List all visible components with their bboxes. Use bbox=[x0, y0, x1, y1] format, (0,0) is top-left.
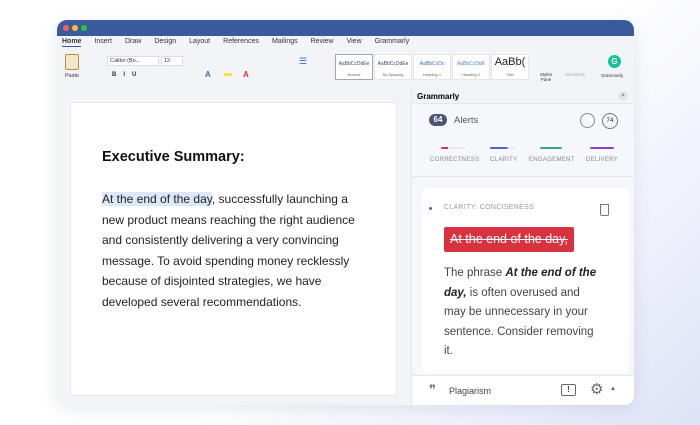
font-color-icon[interactable]: A bbox=[243, 70, 249, 79]
tab-home[interactable]: Home bbox=[62, 38, 82, 47]
styles-pane-button[interactable]: Styles Pane bbox=[536, 72, 556, 82]
feedback-icon[interactable]: ! bbox=[561, 384, 576, 396]
delivery-bar bbox=[590, 147, 614, 149]
alerts-count-badge: 64 bbox=[429, 114, 447, 126]
font-size-select[interactable]: 12 bbox=[161, 56, 183, 66]
document-area: Executive Summary: At the end of the day… bbox=[57, 88, 411, 405]
tab-draw[interactable]: Draw bbox=[125, 38, 141, 47]
ribbon-toolbar: Paste Calibri (Bo... 12 BIU A A ☰ AaBbCc… bbox=[57, 50, 634, 86]
panel-header: Grammarly × bbox=[412, 88, 634, 104]
close-window-button[interactable] bbox=[63, 25, 69, 31]
style-heading-2[interactable]: AaBbCcDdE Heading 2 bbox=[452, 54, 490, 80]
tab-review[interactable]: Review bbox=[311, 38, 334, 47]
document-paragraph[interactable]: At the end of the day, successfully laun… bbox=[102, 189, 372, 312]
font-select[interactable]: Calibri (Bo... bbox=[107, 56, 159, 66]
word-window: Home Insert Draw Design Layout Reference… bbox=[57, 20, 634, 405]
engagement-bar bbox=[540, 147, 562, 149]
trash-icon[interactable] bbox=[600, 204, 609, 216]
grammarly-ribbon-label: Grammarly bbox=[601, 73, 624, 78]
performance-score[interactable]: 74 bbox=[602, 113, 618, 129]
correctness-bar bbox=[441, 147, 465, 149]
highlighted-phrase[interactable]: At the end of the day bbox=[102, 192, 212, 206]
category-delivery[interactable]: DELIVERY bbox=[586, 157, 618, 163]
close-icon[interactable]: × bbox=[618, 91, 628, 101]
style-title[interactable]: AaBb(Title bbox=[491, 54, 529, 80]
document-heading: Executive Summary: bbox=[102, 149, 245, 165]
panel-title: Grammarly bbox=[417, 92, 460, 101]
tab-layout[interactable]: Layout bbox=[189, 38, 210, 47]
paste-icon[interactable] bbox=[65, 54, 79, 70]
suggestion-explanation: The phrase At the end of the day, is oft… bbox=[444, 267, 597, 357]
minimize-window-button[interactable] bbox=[72, 25, 78, 31]
strikethrough-suggestion[interactable]: At the end of the day, bbox=[444, 227, 574, 252]
category-clarity[interactable]: CLARITY bbox=[490, 157, 517, 163]
document-page[interactable]: Executive Summary: At the end of the day… bbox=[70, 102, 397, 396]
paste-label: Paste bbox=[65, 73, 80, 79]
style-normal[interactable]: AaBbCcDdEe Normal bbox=[335, 54, 373, 80]
tab-insert[interactable]: Insert bbox=[94, 38, 112, 47]
caret-up-icon[interactable]: ▲ bbox=[610, 386, 616, 392]
sensitivity-button[interactable]: Sensitivity bbox=[565, 72, 585, 77]
bullets-icon[interactable]: ☰ bbox=[299, 56, 307, 67]
text-effects-icon[interactable]: A bbox=[205, 70, 211, 79]
clarity-dot-icon bbox=[429, 207, 432, 210]
suggestion-type: CLARITY: CONCISENESS bbox=[444, 204, 535, 211]
suggestion-card[interactable]: CLARITY: CONCISENESS At the end of the d… bbox=[422, 188, 629, 373]
ribbon-tabs: Home Insert Draw Design Layout Reference… bbox=[62, 38, 409, 47]
title-bar bbox=[57, 20, 634, 36]
category-correctness[interactable]: CORRECTNESS bbox=[430, 157, 479, 163]
format-buttons[interactable]: BIU bbox=[112, 72, 143, 78]
highlight-icon[interactable] bbox=[224, 73, 232, 76]
style-heading-1[interactable]: AaBbCcDc Heading 1 bbox=[413, 54, 451, 80]
clarity-bar bbox=[490, 147, 515, 149]
grammarly-panel: Grammarly × 64 Alerts 74 CORRECTNESS CLAR… bbox=[411, 88, 634, 405]
tab-grammarly[interactable]: Grammarly bbox=[375, 38, 410, 47]
plagiarism-quote-icon[interactable]: ❞ bbox=[429, 383, 436, 398]
panel-footer: ❞ Plagiarism ! ⚙ ▲ bbox=[412, 375, 634, 405]
maximize-window-button[interactable] bbox=[81, 25, 87, 31]
category-engagement[interactable]: ENGAGEMENT bbox=[529, 157, 575, 163]
style-no-spacing[interactable]: AaBbCcDdEe No Spacing bbox=[374, 54, 412, 80]
grammarly-logo-icon[interactable]: G bbox=[608, 55, 621, 68]
plagiarism-button[interactable]: Plagiarism bbox=[449, 386, 491, 396]
goals-target-icon[interactable] bbox=[580, 113, 595, 128]
tab-design[interactable]: Design bbox=[154, 38, 176, 47]
divider bbox=[412, 176, 634, 177]
tab-view[interactable]: View bbox=[347, 38, 362, 47]
settings-gear-icon[interactable]: ⚙ bbox=[590, 380, 603, 398]
tab-mailings[interactable]: Mailings bbox=[272, 38, 298, 47]
alerts-label: Alerts bbox=[454, 115, 479, 126]
tab-references[interactable]: References bbox=[223, 38, 259, 47]
